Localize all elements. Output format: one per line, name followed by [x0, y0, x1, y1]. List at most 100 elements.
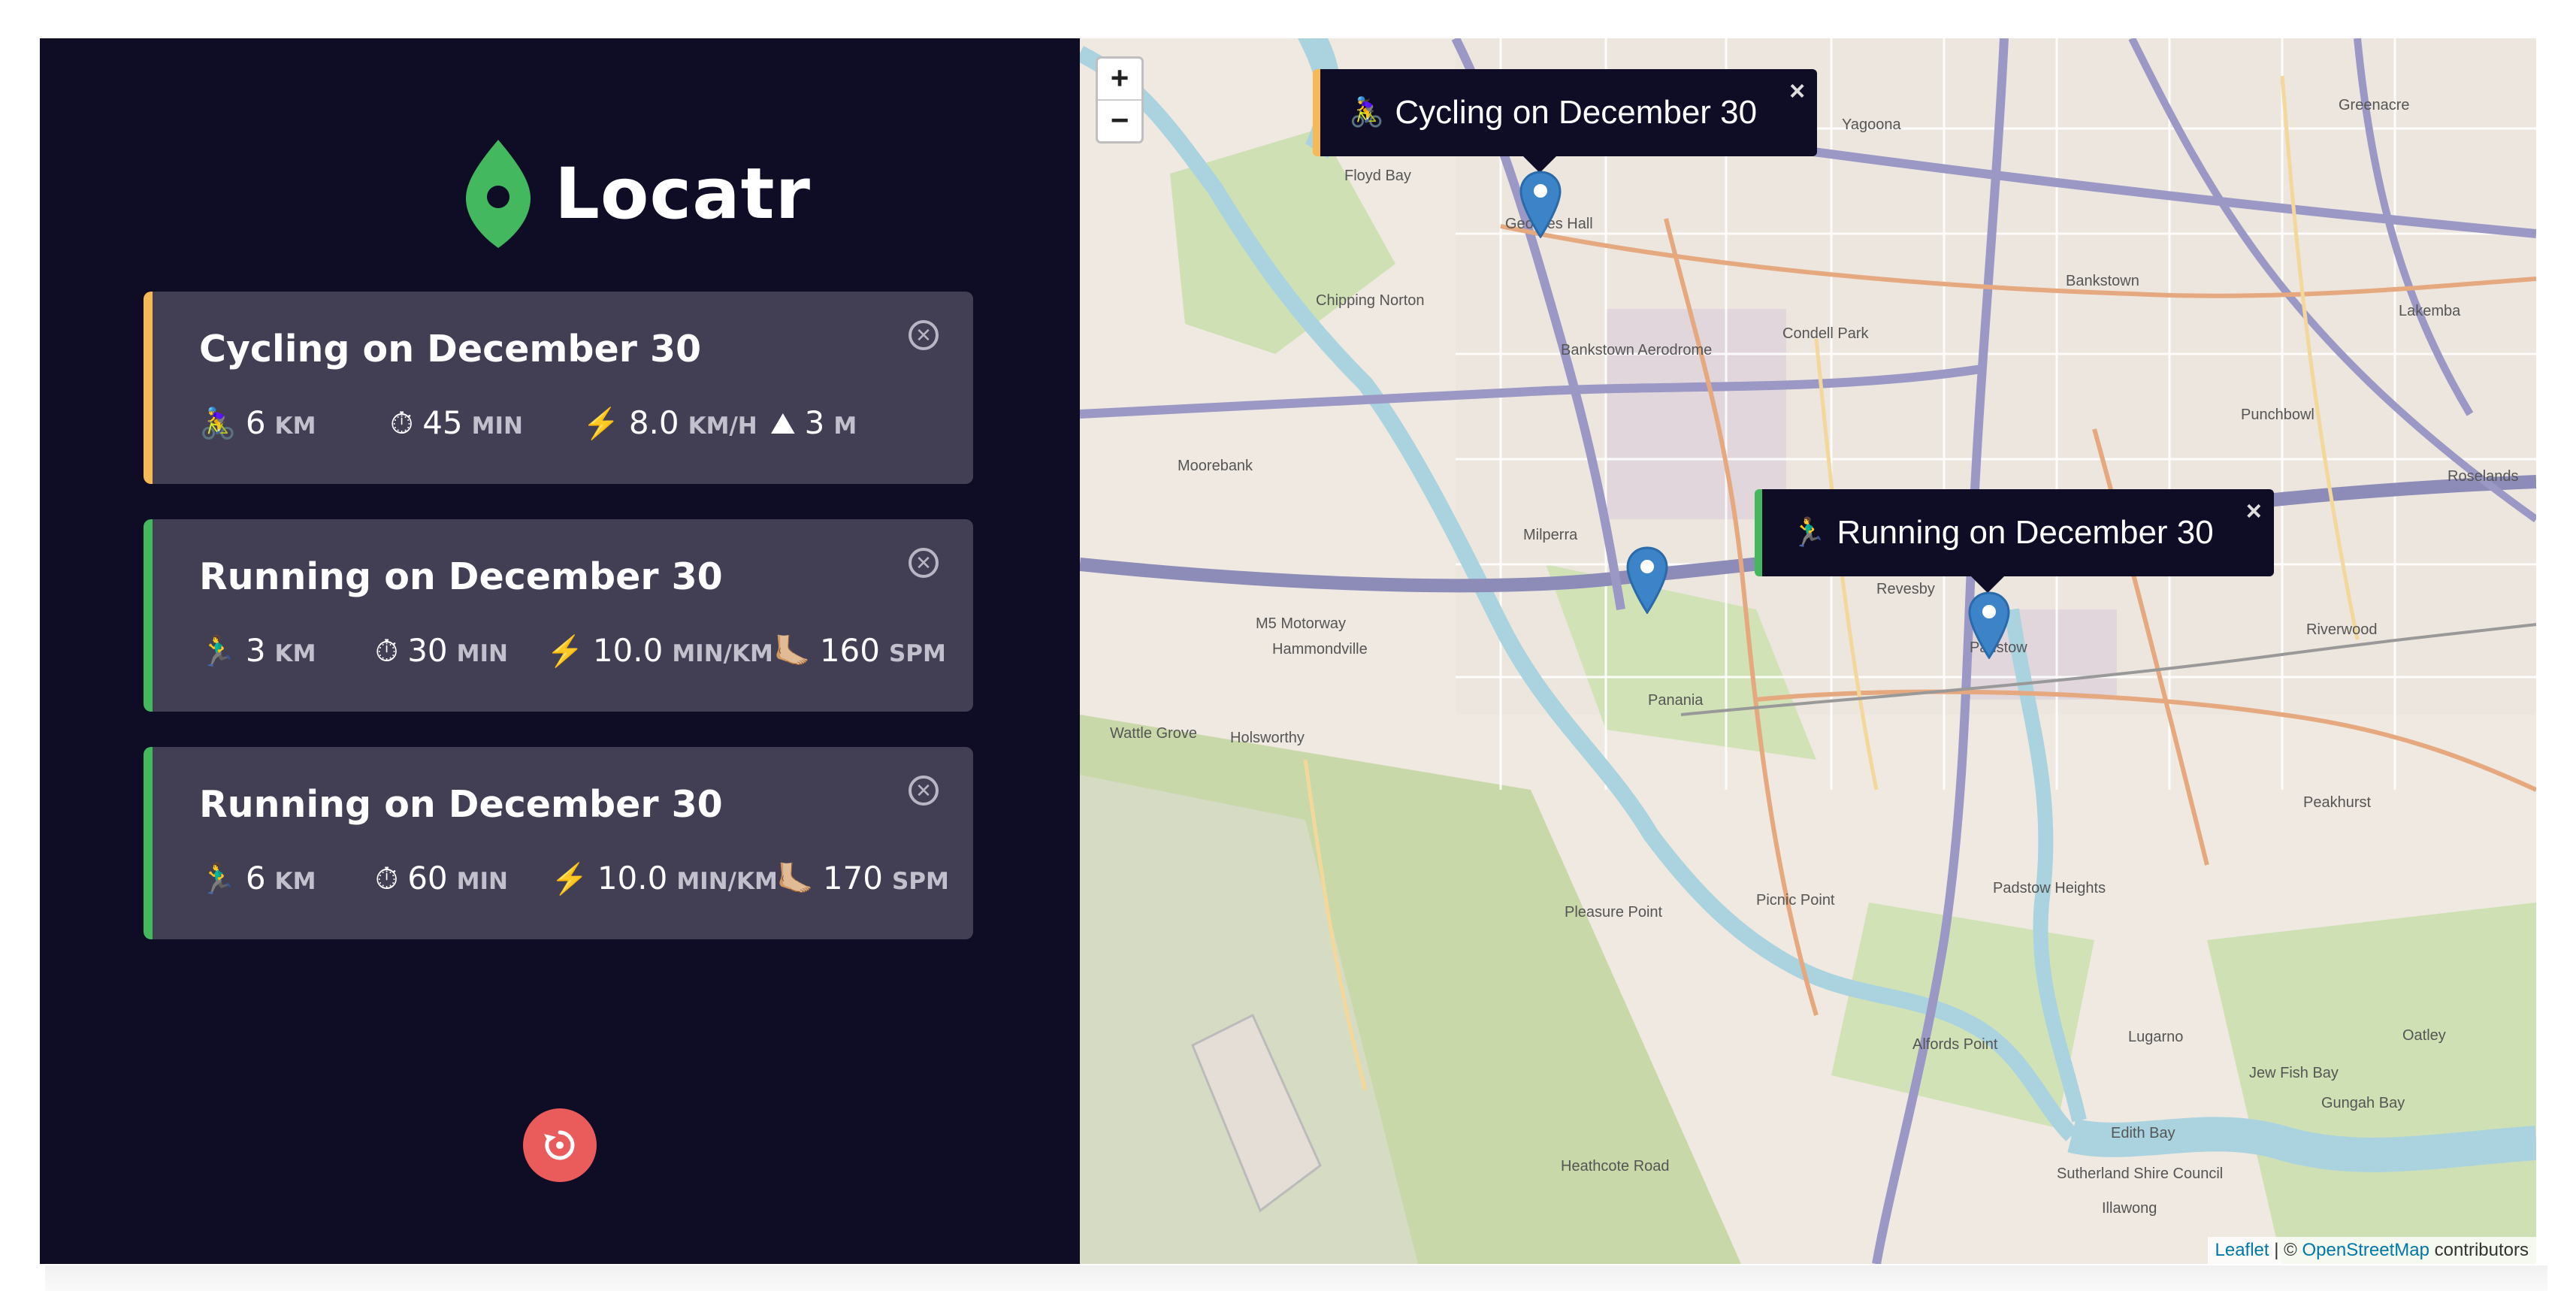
map-label: M5 Motorway	[1256, 615, 1347, 632]
map-label: Milperra	[1523, 527, 1578, 543]
map-label: Greenacre	[2339, 97, 2410, 113]
map-label: Pleasure Point	[1565, 904, 1663, 921]
map-label: Picnic Point	[1756, 892, 1835, 909]
stat-unit: MIN	[456, 640, 508, 667]
popup-text: Running on December 30	[1837, 514, 2214, 551]
reset-icon	[544, 1130, 575, 1160]
delete-workout-button[interactable]: ✕	[909, 776, 939, 806]
stat-value: 3	[245, 632, 266, 669]
stat-value: 160	[819, 632, 880, 669]
map-label: Riverwood	[2306, 621, 2378, 638]
popup-close-button[interactable]: ×	[2246, 495, 2262, 527]
workout-pace: ⚡️ 10.0 MIN/KM	[546, 632, 773, 669]
zoom-control: + −	[1096, 56, 1144, 144]
map-popup[interactable]: 🏃‍♂️ Running on December 30 ×	[1755, 489, 2274, 576]
runner-icon: 🏃‍♂️	[199, 863, 237, 896]
logo: Locatr	[464, 138, 811, 250]
stat-unit: SPM	[891, 868, 949, 895]
stat-unit: KM	[274, 413, 316, 440]
stat-unit: KM/H	[688, 413, 757, 440]
stat-value: 6	[245, 404, 266, 441]
workout-distance: 🚴‍♀️ 6 KM	[199, 404, 316, 441]
delete-workout-button[interactable]: ✕	[909, 548, 939, 578]
zoom-in-button[interactable]: +	[1098, 59, 1141, 99]
workout-duration: ⏱ 30 MIN	[375, 632, 508, 669]
workout-elevation: ⛰ 3 M	[770, 404, 857, 441]
map-label: Peakhurst	[2303, 794, 2372, 811]
app-name: Locatr	[555, 153, 811, 235]
leaflet-link[interactable]: Leaflet	[2215, 1240, 2269, 1260]
page-bottom-shadow	[45, 1265, 2547, 1291]
popup-tip	[1971, 576, 2004, 593]
stopwatch-icon: ⏱	[375, 635, 399, 668]
map-marker-icon[interactable]	[1968, 591, 2010, 659]
lightning-icon: ⚡️	[582, 407, 620, 440]
stat-unit: KM	[274, 640, 316, 667]
map-label: Hammondville	[1272, 641, 1368, 658]
map-label: Bankstown	[2066, 273, 2139, 289]
map-attribution: Leaflet | © OpenStreetMap contributors	[2207, 1237, 2536, 1264]
stopwatch-icon: ⏱	[375, 863, 399, 896]
map-label: Punchbowl	[2241, 407, 2314, 423]
map-label: Roselands	[2448, 468, 2519, 485]
workout-card[interactable]: Running on December 30 ✕ 🏃‍♂️ 6 KM ⏱ 60 …	[144, 747, 973, 939]
stat-value: 3	[804, 404, 825, 441]
stat-value: 8.0	[628, 404, 679, 441]
map-label: Floyd Bay	[1344, 168, 1411, 184]
attribution-suffix: contributors	[2429, 1240, 2529, 1260]
map[interactable]: Floyd Bay Yagoona Greenacre Bankstown La…	[1080, 38, 2536, 1264]
map-label: Revesby	[1876, 581, 1935, 597]
map-popup[interactable]: 🚴‍♀️ Cycling on December 30 ×	[1313, 69, 1818, 156]
map-marker-icon[interactable]	[1626, 546, 1668, 614]
app-container: Locatr Cycling on December 30 ✕ 🚴‍♀️ 6 K…	[40, 38, 2536, 1264]
stat-value: 6	[245, 860, 266, 896]
stat-value: 10.0	[592, 632, 664, 669]
workout-duration: ⏱ 60 MIN	[375, 860, 508, 896]
workout-distance: 🏃‍♂️ 6 KM	[199, 860, 316, 896]
map-label: Moorebank	[1178, 458, 1253, 474]
workout-distance: 🏃‍♂️ 3 KM	[199, 632, 316, 669]
workout-cadence: 🦶🏼 160 SPM	[773, 632, 946, 669]
popup-text: Cycling on December 30	[1395, 94, 1758, 131]
foot-icon: 🦶🏼	[776, 863, 814, 896]
map-label: Lugarno	[2128, 1029, 2184, 1045]
workout-speed: ⚡️ 8.0 KM/H	[582, 404, 757, 441]
stopwatch-icon: ⏱	[390, 407, 414, 440]
map-label: Heathcote Road	[1561, 1158, 1670, 1175]
map-label: Alfords Point	[1912, 1036, 1998, 1053]
stat-value: 30	[407, 632, 448, 669]
stat-value: 170	[822, 860, 883, 896]
attribution-separator: | ©	[2269, 1240, 2302, 1260]
stat-unit: M	[833, 413, 857, 440]
delete-workout-button[interactable]: ✕	[909, 320, 939, 350]
mountain-icon: ⛰	[770, 407, 796, 440]
map-label: Oatley	[2402, 1027, 2446, 1044]
openstreetmap-link[interactable]: OpenStreetMap	[2302, 1240, 2429, 1260]
cyclist-icon: 🚴‍♀️	[1349, 97, 1385, 128]
workout-pace: ⚡️ 10.0 MIN/KM	[551, 860, 778, 896]
map-label: Chipping Norton	[1316, 292, 1425, 309]
stat-unit: MIN/KM	[676, 868, 778, 895]
lightning-icon: ⚡️	[546, 635, 584, 668]
map-label: Sutherland Shire Council	[2057, 1166, 2224, 1182]
map-marker-icon[interactable]	[1519, 171, 1562, 238]
stat-unit: MIN	[471, 413, 523, 440]
workout-cadence: 🦶🏼 170 SPM	[776, 860, 949, 896]
workout-duration: ⏱ 45 MIN	[390, 404, 523, 441]
reset-button[interactable]	[523, 1108, 597, 1182]
map-label: Gungah Bay	[2321, 1095, 2405, 1111]
workout-card[interactable]: Cycling on December 30 ✕ 🚴‍♀️ 6 KM ⏱ 45 …	[144, 292, 973, 484]
map-label: Condell Park	[1782, 325, 1869, 342]
map-label: Lakemba	[2399, 303, 2461, 319]
workout-title: Running on December 30	[199, 783, 723, 826]
popup-close-button[interactable]: ×	[1789, 75, 1805, 107]
zoom-out-button[interactable]: −	[1098, 99, 1141, 141]
map-label: Wattle Grove	[1110, 725, 1197, 742]
map-label: Yagoona	[1842, 116, 1901, 133]
foot-icon: 🦶🏼	[773, 635, 811, 668]
runner-icon: 🏃‍♂️	[199, 635, 237, 668]
stat-unit: MIN/KM	[672, 640, 773, 667]
workout-title: Cycling on December 30	[199, 328, 702, 370]
workout-card[interactable]: Running on December 30 ✕ 🏃‍♂️ 3 KM ⏱ 30 …	[144, 519, 973, 712]
runner-icon: 🏃‍♂️	[1791, 517, 1827, 549]
